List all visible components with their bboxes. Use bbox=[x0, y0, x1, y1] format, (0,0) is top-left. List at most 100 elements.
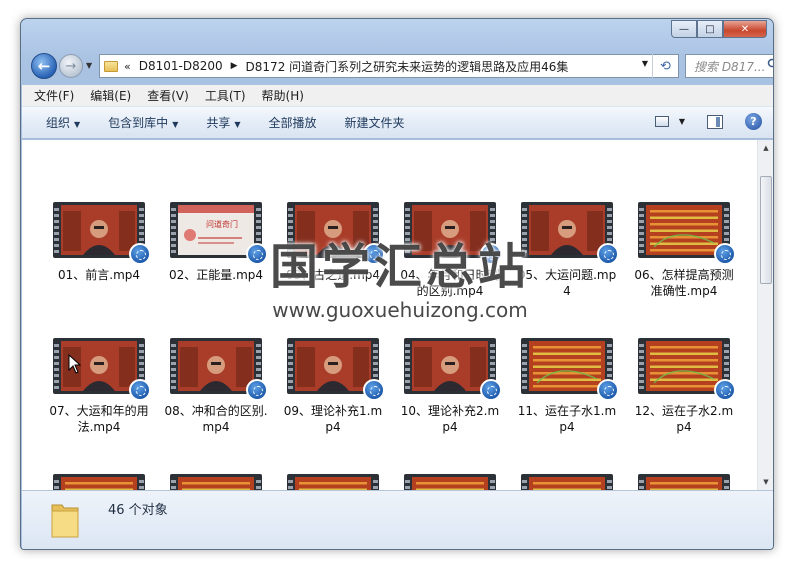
media-player-badge-icon bbox=[480, 243, 502, 265]
minimize-button[interactable]: — bbox=[671, 20, 697, 38]
recent-pages-dropdown-icon[interactable]: ▼ bbox=[86, 61, 92, 70]
video-thumbnail bbox=[170, 338, 268, 401]
help-icon[interactable]: ? bbox=[745, 113, 762, 130]
file-item[interactable]: 01、前言.mp4 bbox=[43, 202, 155, 283]
breadcrumb-separator-icon[interactable]: ▶ bbox=[231, 61, 238, 71]
file-item[interactable]: 10、理论补充2.mp4 bbox=[394, 338, 506, 435]
breadcrumb-item[interactable]: D8101-D8200 bbox=[139, 59, 223, 73]
change-view-icon[interactable] bbox=[654, 116, 669, 127]
search-placeholder: 搜索 D817... bbox=[694, 59, 766, 74]
menu-item[interactable]: 查看(V) bbox=[147, 87, 189, 104]
media-player-badge-icon bbox=[714, 243, 736, 265]
toolbar-button-label: 新建文件夹 bbox=[344, 116, 405, 130]
file-item[interactable] bbox=[511, 474, 623, 490]
video-thumbnail bbox=[170, 474, 262, 490]
menu-item[interactable]: 文件(F) bbox=[34, 87, 74, 104]
back-arrow-icon: ← bbox=[37, 57, 51, 75]
file-name: 01、前言.mp4 bbox=[57, 268, 141, 282]
close-button[interactable]: ✕ bbox=[723, 20, 767, 38]
media-player-badge-icon bbox=[480, 379, 502, 401]
forward-button[interactable]: → bbox=[59, 54, 83, 78]
svg-text:问道奇门: 问道奇门 bbox=[206, 219, 238, 229]
menu-item[interactable]: 帮助(H) bbox=[262, 87, 304, 104]
maximize-button[interactable]: □ bbox=[697, 20, 723, 38]
file-item[interactable]: 05、大运问题.mp4 bbox=[511, 202, 623, 299]
file-item[interactable]: 06、怎样提高预测准确性.mp4 bbox=[628, 202, 740, 299]
media-player-badge-icon bbox=[246, 379, 268, 401]
file-name: 11、运在子水1.mp4 bbox=[517, 404, 617, 434]
file-item[interactable]: 12、运在子水2.mp4 bbox=[628, 338, 740, 435]
menu-bar: 文件(F) 编辑(E) 查看(V) 工具(T) 帮助(H) bbox=[22, 85, 773, 107]
file-item[interactable] bbox=[43, 474, 155, 490]
search-input[interactable]: 搜索 D817... bbox=[685, 54, 774, 78]
explorer-window: — □ ✕ ← → ▼ « D8101-D8200 ▶ D8172 问道奇门系列… bbox=[20, 18, 774, 550]
chevron-down-icon: ▼ bbox=[74, 120, 81, 129]
address-bar[interactable]: « D8101-D8200 ▶ D8172 问道奇门系列之研究未来运势的逻辑思路… bbox=[99, 54, 679, 78]
file-name: 09、理论补充1.mp4 bbox=[283, 404, 383, 434]
media-player-badge-icon bbox=[597, 379, 619, 401]
search-icon[interactable] bbox=[767, 58, 774, 70]
toolbar-button-label: 组织 bbox=[46, 116, 71, 130]
scroll-down-icon[interactable]: ▼ bbox=[758, 474, 773, 490]
video-thumbnail bbox=[521, 202, 619, 265]
media-player-badge-icon bbox=[597, 243, 619, 265]
chevron-down-icon: ▼ bbox=[172, 120, 179, 129]
toolbar-button[interactable]: 共享 ▼ bbox=[206, 114, 240, 131]
file-item[interactable]: 09、理论补充1.mp4 bbox=[277, 338, 389, 435]
file-item[interactable]: 04、年月和日时刻的区别.mp4 bbox=[394, 202, 506, 299]
video-thumbnail bbox=[404, 474, 496, 490]
breadcrumb-overflow[interactable]: « bbox=[124, 60, 131, 73]
file-item[interactable] bbox=[394, 474, 506, 490]
video-thumbnail bbox=[53, 338, 151, 401]
video-thumbnail bbox=[287, 338, 385, 401]
scroll-thumb[interactable] bbox=[760, 176, 772, 284]
media-player-badge-icon bbox=[129, 243, 151, 265]
file-item[interactable] bbox=[160, 474, 272, 490]
file-item[interactable]: 问道奇门 02、正能量.mp4 bbox=[160, 202, 272, 283]
file-list-pane: 12、运在子水2.mp4 11、运在子水1.mp4 10、理论补充2.mp4 0… bbox=[22, 140, 773, 490]
refresh-button[interactable]: ⟲ bbox=[652, 54, 678, 78]
item-count: 46 个对象 bbox=[108, 503, 168, 518]
toolbar-button-label: 共享 bbox=[206, 116, 231, 130]
media-player-badge-icon bbox=[363, 243, 385, 265]
file-name: 12、运在子水2.mp4 bbox=[634, 404, 734, 434]
video-thumbnail bbox=[404, 202, 502, 265]
file-name: 10、理论补充2.mp4 bbox=[400, 404, 500, 434]
video-thumbnail bbox=[638, 338, 736, 401]
file-item[interactable] bbox=[277, 474, 389, 490]
file-name: 05、大运问题.mp4 bbox=[517, 268, 617, 298]
file-item[interactable] bbox=[628, 474, 740, 490]
preview-pane-icon[interactable] bbox=[707, 114, 723, 129]
toolbar-button[interactable]: 全部播放 bbox=[269, 114, 317, 131]
file-item[interactable]: 08、冲和合的区别.mp4 bbox=[160, 338, 272, 435]
file-item[interactable]: 03、古之道.mp4 bbox=[277, 202, 389, 283]
back-button[interactable]: ← bbox=[31, 53, 57, 79]
video-thumbnail bbox=[521, 474, 613, 490]
menu-item[interactable]: 编辑(E) bbox=[90, 87, 131, 104]
video-thumbnail bbox=[638, 202, 736, 265]
address-dropdown-icon[interactable]: ▼ bbox=[642, 59, 648, 68]
toolbar-button[interactable]: 包含到库中 ▼ bbox=[108, 114, 178, 131]
chevron-down-icon: ▼ bbox=[234, 120, 241, 129]
video-thumbnail bbox=[638, 474, 730, 490]
file-name: 08、冲和合的区别.mp4 bbox=[164, 404, 268, 434]
file-name: 03、古之道.mp4 bbox=[285, 268, 381, 282]
mouse-cursor-icon bbox=[68, 354, 82, 374]
vertical-scrollbar[interactable]: ▲ ▼ bbox=[757, 140, 773, 490]
scroll-up-icon[interactable]: ▲ bbox=[758, 140, 773, 156]
toolbar-button[interactable]: 组织 ▼ bbox=[46, 114, 80, 131]
media-player-badge-icon bbox=[129, 379, 151, 401]
window-controls: — □ ✕ bbox=[671, 20, 767, 38]
menu-item[interactable]: 工具(T) bbox=[205, 87, 246, 104]
file-item[interactable]: 11、运在子水1.mp4 bbox=[511, 338, 623, 435]
file-item[interactable]: 07、大运和年的用法.mp4 bbox=[43, 338, 155, 435]
video-thumbnail bbox=[521, 338, 619, 401]
video-thumbnail bbox=[53, 202, 151, 265]
toolbar-button[interactable]: 新建文件夹 bbox=[345, 114, 405, 131]
view-dropdown-icon[interactable]: ▼ bbox=[679, 117, 685, 126]
forward-arrow-icon: → bbox=[65, 58, 77, 74]
media-player-badge-icon bbox=[363, 379, 385, 401]
breadcrumb-item-current[interactable]: D8172 问道奇门系列之研究未来运势的逻辑思路及应用46集 bbox=[246, 58, 569, 75]
details-pane: 46 个对象 bbox=[22, 490, 773, 549]
media-player-badge-icon bbox=[246, 243, 268, 265]
